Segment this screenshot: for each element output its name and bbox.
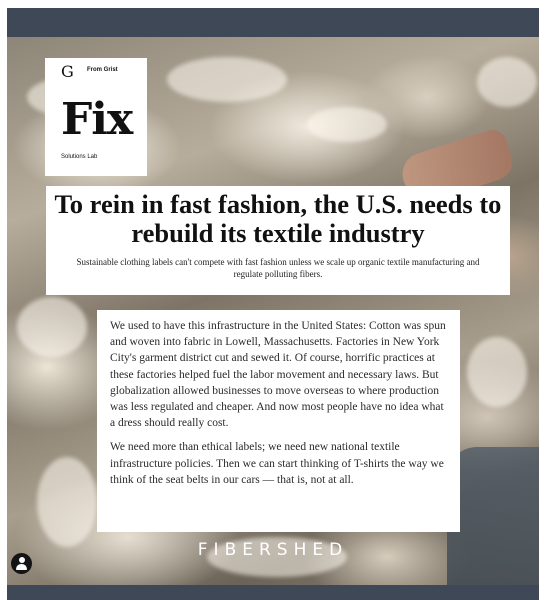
- sleeve-image: [447, 447, 539, 585]
- top-bar: [7, 8, 539, 37]
- grist-logo-mark: G: [61, 62, 74, 81]
- fix-logo: G From Grist Fix Solutions Lab: [45, 58, 147, 176]
- user-icon-body: [16, 564, 27, 570]
- bottom-bar: [7, 585, 539, 600]
- logo-subtitle: Solutions Lab: [61, 154, 98, 160]
- article-body-card: We used to have this infrastructure in t…: [97, 310, 460, 532]
- article-headline: To rein in fast fashion, the U.S. needs …: [54, 189, 502, 248]
- user-icon[interactable]: [11, 553, 32, 574]
- body-paragraph: We used to have this infrastructure in t…: [110, 320, 446, 430]
- article-subheadline: Sustainable clothing labels can't compet…: [76, 257, 480, 279]
- body-paragraph: We need more than ethical labels; we nee…: [110, 441, 444, 486]
- user-icon-head: [18, 557, 25, 563]
- brand-wordmark: FIBERSHED: [197, 540, 349, 560]
- headline-card: To rein in fast fashion, the U.S. needs …: [46, 186, 510, 295]
- logo-title: Fix: [61, 94, 133, 145]
- logo-from-text: From Grist: [87, 67, 118, 73]
